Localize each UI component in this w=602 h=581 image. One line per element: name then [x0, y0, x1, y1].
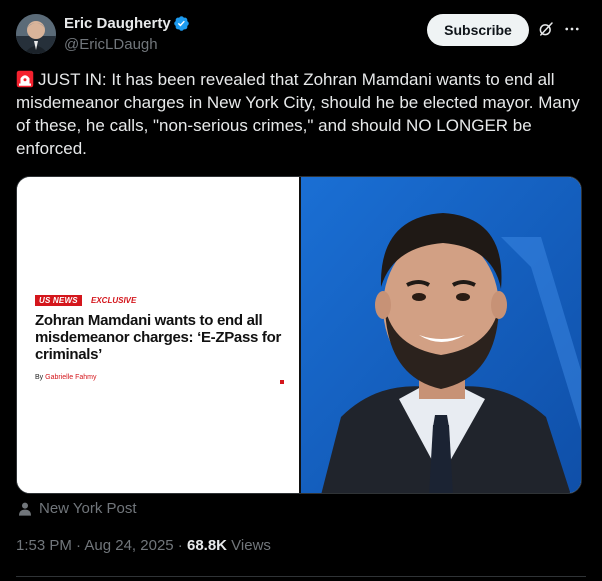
author-name[interactable]: Eric Daugherty [64, 15, 171, 32]
subscribe-button[interactable]: Subscribe [427, 14, 529, 46]
views-count[interactable]: 68.8K [187, 537, 227, 554]
byline-author: Gabrielle Fahmy [45, 374, 97, 381]
divider [16, 576, 586, 577]
more-icon[interactable] [563, 20, 581, 38]
red-dot [280, 380, 284, 384]
tweet-date[interactable]: Aug 24, 2025 [84, 537, 173, 554]
exclusive-tag: EXCLUSIVE [91, 296, 137, 305]
byline-prefix: By [35, 374, 46, 381]
tweet-body: JUST IN: It has been revealed that Zohra… [16, 70, 580, 158]
meta-separator: · [173, 537, 187, 554]
avatar[interactable] [16, 14, 56, 54]
views-label: Views [227, 537, 271, 554]
section-tag: US NEWS [35, 295, 82, 306]
media-image[interactable]: US NEWS EXCLUSIVE Zohran Mamdani wants t… [16, 176, 582, 494]
tweet: Eric Daugherty @EricLDaugh Subscribe JUS… [0, 0, 602, 581]
portrait-photo [301, 177, 581, 493]
meta-separator: · [71, 537, 85, 554]
grok-icon[interactable] [537, 20, 555, 38]
byline: By Gabrielle Fahmy [35, 374, 96, 381]
siren-icon [16, 70, 34, 88]
tweet-meta: 1:53 PM · Aug 24, 2025 · 68.8K Views [16, 537, 271, 554]
source-label[interactable]: New York Post [39, 500, 137, 517]
verified-badge-icon [174, 16, 189, 31]
article-card: US NEWS EXCLUSIVE Zohran Mamdani wants t… [17, 177, 299, 493]
tweet-text: JUST IN: It has been revealed that Zohra… [16, 68, 588, 160]
person-icon [19, 502, 31, 516]
tweet-time[interactable]: 1:53 PM [16, 537, 72, 554]
author-handle[interactable]: @EricLDaugh [64, 36, 158, 53]
article-headline: Zohran Mamdani wants to end all misdemea… [35, 312, 282, 363]
